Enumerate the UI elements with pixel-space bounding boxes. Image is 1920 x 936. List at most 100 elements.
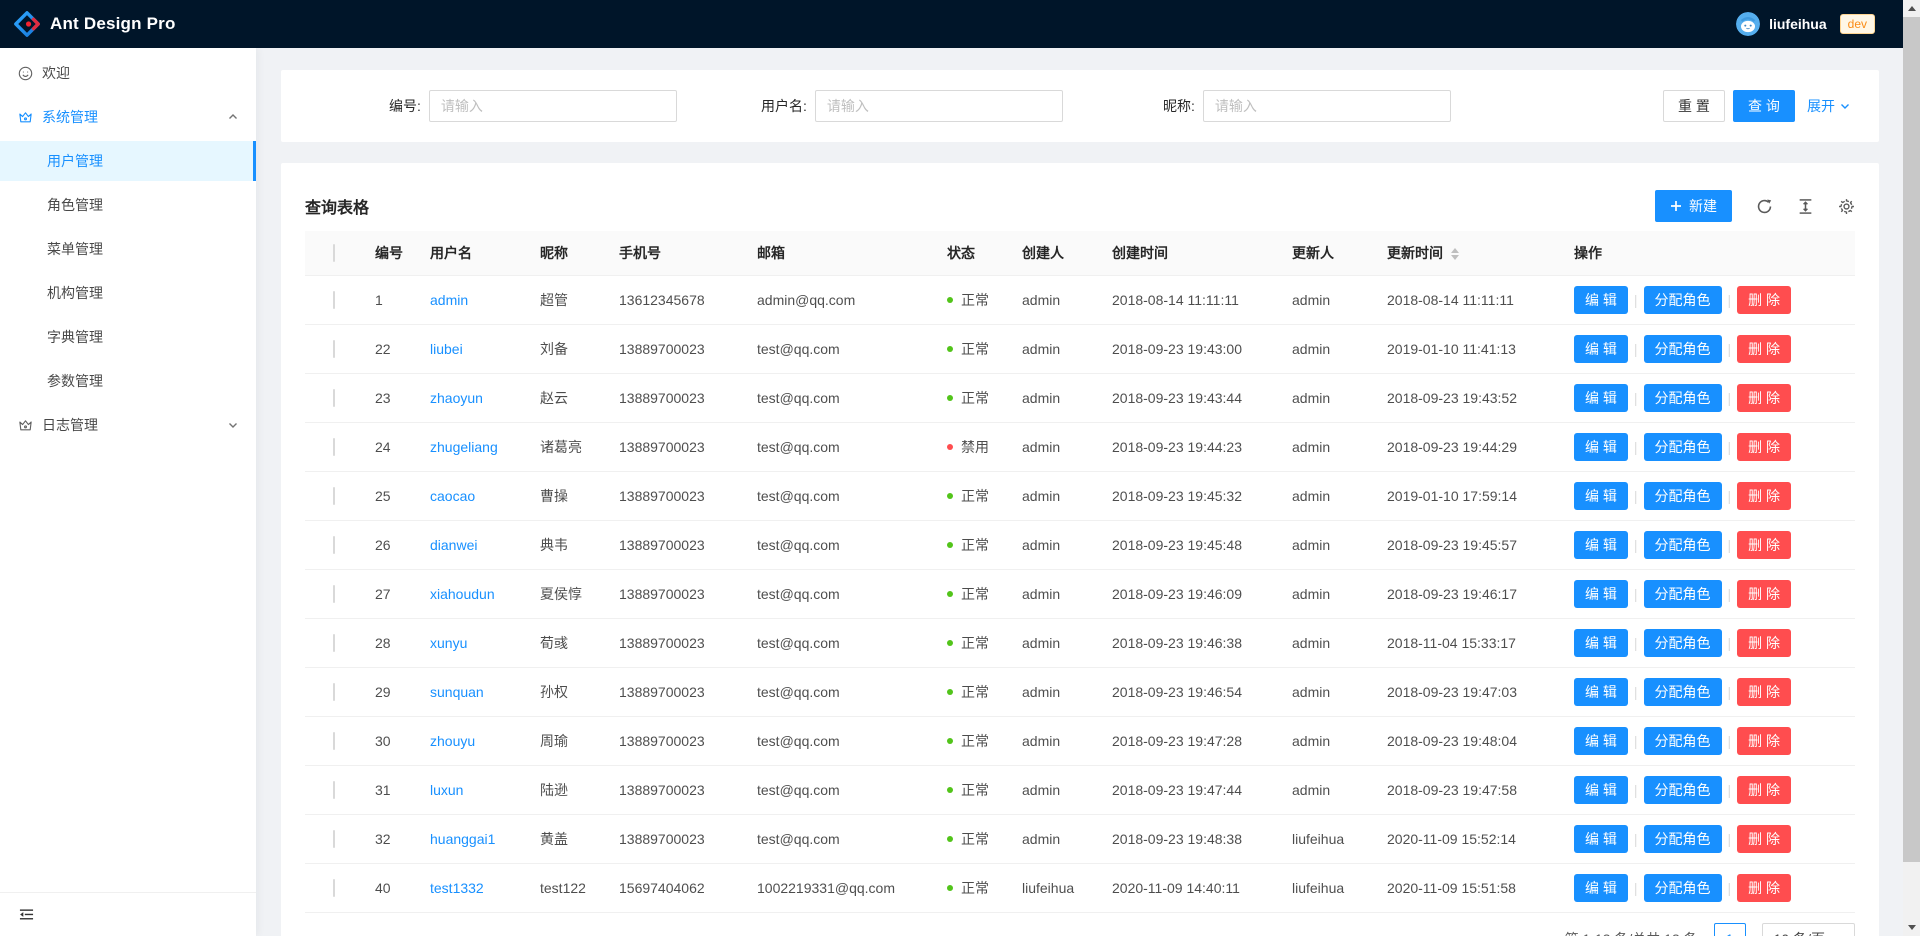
sidebar-item-system-management[interactable]: 系统管理 — [0, 97, 256, 137]
query-button[interactable]: 查 询 — [1733, 90, 1795, 122]
assign-role-button[interactable]: 分配角色 — [1644, 825, 1722, 853]
delete-button[interactable]: 删 除 — [1737, 335, 1791, 363]
row-checkbox[interactable] — [333, 732, 335, 750]
select-all-checkbox[interactable] — [333, 244, 335, 262]
edit-button[interactable]: 编 辑 — [1574, 433, 1628, 461]
delete-button[interactable]: 删 除 — [1737, 825, 1791, 853]
username-link[interactable]: dianwei — [430, 537, 477, 553]
row-checkbox[interactable] — [333, 781, 335, 799]
delete-button[interactable]: 删 除 — [1737, 384, 1791, 412]
column-height-icon[interactable] — [1797, 198, 1814, 215]
username-input[interactable] — [815, 90, 1063, 122]
username-link[interactable]: xunyu — [430, 635, 467, 651]
vertical-scrollbar[interactable] — [1903, 0, 1920, 936]
edit-button[interactable]: 编 辑 — [1574, 531, 1628, 559]
row-checkbox[interactable] — [333, 389, 335, 407]
reset-button[interactable]: 重 置 — [1663, 90, 1725, 122]
assign-role-button[interactable]: 分配角色 — [1644, 629, 1722, 657]
page-size-select[interactable]: 10 条/页 — [1762, 923, 1855, 936]
row-checkbox[interactable] — [333, 634, 335, 652]
sidebar-item-log-management[interactable]: 日志管理 — [0, 405, 256, 445]
sidebar-item-menu-management[interactable]: 菜单管理 — [0, 229, 256, 269]
delete-button[interactable]: 删 除 — [1737, 629, 1791, 657]
scrollbar-up-arrow-icon[interactable] — [1908, 6, 1916, 11]
assign-role-button[interactable]: 分配角色 — [1644, 286, 1722, 314]
row-checkbox[interactable] — [333, 683, 335, 701]
edit-button[interactable]: 编 辑 — [1574, 482, 1628, 510]
sidebar-item-user-management[interactable]: 用户管理 — [0, 141, 256, 181]
row-checkbox[interactable] — [333, 879, 335, 897]
id-input[interactable] — [429, 90, 677, 122]
edit-button[interactable]: 编 辑 — [1574, 727, 1628, 755]
edit-button[interactable]: 编 辑 — [1574, 335, 1628, 363]
delete-button[interactable]: 删 除 — [1737, 433, 1791, 461]
settings-gear-icon[interactable] — [1838, 198, 1855, 215]
delete-button[interactable]: 删 除 — [1737, 776, 1791, 804]
cell-creator: liufeihua — [1008, 863, 1098, 912]
delete-button[interactable]: 删 除 — [1737, 482, 1791, 510]
nickname-input[interactable] — [1203, 90, 1451, 122]
sidebar-item-welcome[interactable]: 欢迎 — [0, 53, 256, 93]
logo-area[interactable]: Ant Design Pro — [14, 11, 176, 37]
sidebar-item-role-management[interactable]: 角色管理 — [0, 185, 256, 225]
header-user-area[interactable]: liufeihua dev — [1736, 12, 1875, 36]
assign-role-button[interactable]: 分配角色 — [1644, 874, 1722, 902]
assign-role-button[interactable]: 分配角色 — [1644, 776, 1722, 804]
username-link[interactable]: zhouyu — [430, 733, 475, 749]
reload-icon[interactable] — [1756, 198, 1773, 215]
sidebar-item-param-management[interactable]: 参数管理 — [0, 361, 256, 401]
delete-button[interactable]: 删 除 — [1737, 580, 1791, 608]
delete-button[interactable]: 删 除 — [1737, 531, 1791, 559]
sidebar-item-dict-management[interactable]: 字典管理 — [0, 317, 256, 357]
username-link[interactable]: huanggai1 — [430, 831, 495, 847]
username-link[interactable]: liubei — [430, 341, 463, 357]
edit-button[interactable]: 编 辑 — [1574, 580, 1628, 608]
scrollbar-down-arrow-icon[interactable] — [1908, 925, 1916, 930]
new-button[interactable]: 新建 — [1655, 190, 1732, 222]
assign-role-button[interactable]: 分配角色 — [1644, 580, 1722, 608]
row-checkbox[interactable] — [333, 340, 335, 358]
username-link[interactable]: admin — [430, 292, 468, 308]
sort-caret-icon[interactable] — [1451, 248, 1459, 260]
row-checkbox[interactable] — [333, 438, 335, 456]
assign-role-button[interactable]: 分配角色 — [1644, 335, 1722, 363]
assign-role-button[interactable]: 分配角色 — [1644, 384, 1722, 412]
assign-role-button[interactable]: 分配角色 — [1644, 678, 1722, 706]
column-header-updated-time[interactable]: 更新时间 — [1373, 231, 1560, 275]
expand-link[interactable]: 展开 — [1807, 90, 1850, 122]
edit-button[interactable]: 编 辑 — [1574, 874, 1628, 902]
username-link[interactable]: caocao — [430, 488, 475, 504]
delete-button[interactable]: 删 除 — [1737, 286, 1791, 314]
row-checkbox[interactable] — [333, 536, 335, 554]
username-link[interactable]: test1332 — [430, 880, 484, 896]
edit-button[interactable]: 编 辑 — [1574, 629, 1628, 657]
sidebar-collapse-trigger[interactable] — [0, 892, 256, 936]
row-checkbox[interactable] — [333, 585, 335, 603]
delete-button[interactable]: 删 除 — [1737, 874, 1791, 902]
cell-phone: 13889700023 — [605, 716, 743, 765]
username-link[interactable]: luxun — [430, 782, 463, 798]
edit-button[interactable]: 编 辑 — [1574, 678, 1628, 706]
assign-role-button[interactable]: 分配角色 — [1644, 727, 1722, 755]
username-link[interactable]: zhugeliang — [430, 439, 498, 455]
sidebar-item-org-management[interactable]: 机构管理 — [0, 273, 256, 313]
assign-role-button[interactable]: 分配角色 — [1644, 482, 1722, 510]
edit-button[interactable]: 编 辑 — [1574, 384, 1628, 412]
row-checkbox[interactable] — [333, 487, 335, 505]
pagination-page-1-button[interactable]: 1 — [1714, 923, 1746, 936]
username-link[interactable]: xiahoudun — [430, 586, 495, 602]
delete-button[interactable]: 删 除 — [1737, 678, 1791, 706]
user-avatar[interactable] — [1736, 12, 1760, 36]
assign-role-button[interactable]: 分配角色 — [1644, 433, 1722, 461]
edit-button[interactable]: 编 辑 — [1574, 776, 1628, 804]
scrollbar-thumb[interactable] — [1903, 17, 1920, 862]
assign-role-button[interactable]: 分配角色 — [1644, 531, 1722, 559]
username-link[interactable]: sunquan — [430, 684, 484, 700]
edit-button[interactable]: 编 辑 — [1574, 286, 1628, 314]
row-checkbox[interactable] — [333, 291, 335, 309]
cell-creator: admin — [1008, 716, 1098, 765]
username-link[interactable]: zhaoyun — [430, 390, 483, 406]
edit-button[interactable]: 编 辑 — [1574, 825, 1628, 853]
delete-button[interactable]: 删 除 — [1737, 727, 1791, 755]
row-checkbox[interactable] — [333, 830, 335, 848]
